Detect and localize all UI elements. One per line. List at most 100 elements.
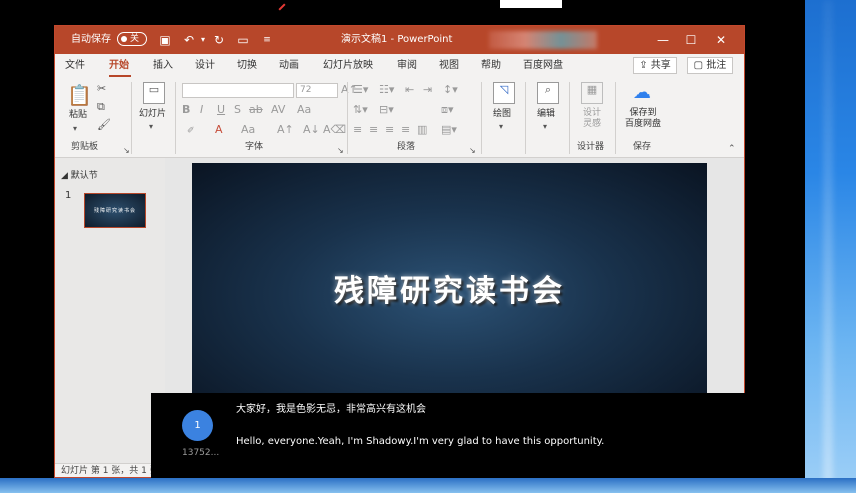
drawing-dropdown-icon[interactable]: ▾ [499,120,503,134]
font-name-box[interactable] [182,83,294,98]
tab-animations[interactable]: 动画 [279,59,299,73]
toggle-knob [121,36,127,42]
share-icon: ⇪ [639,60,648,71]
paste-dropdown-icon[interactable]: ▾ [73,122,77,136]
editing-dropdown-icon[interactable]: ▾ [543,120,547,134]
share-label: 共享 [650,60,671,71]
underline-button[interactable]: U [217,103,225,117]
decrease-indent-icon[interactable]: ⇤ [405,83,414,97]
editing-label[interactable]: 编辑 [537,108,555,120]
tab-design[interactable]: 设计 [195,59,215,73]
tab-baidu-netdisk[interactable]: 百度网盘 [523,59,563,73]
align-text-icon[interactable]: ⊟▾ [379,103,394,117]
slide-number: 1 [65,190,72,201]
slide-canvas[interactable]: 残障研究读书会 [192,163,707,403]
highlight-icon[interactable]: ✐ [187,124,195,138]
italic-button[interactable]: I [200,103,203,117]
align-center-icon[interactable]: ≡ [369,123,378,137]
save-group-label: 保存 [633,142,652,152]
restore-button[interactable]: ☐ [679,30,703,50]
strikethrough-button[interactable]: ab [249,103,263,117]
desktop-light-streak [823,0,833,493]
minimize-button[interactable]: — [651,30,675,50]
account-area-blurred[interactable] [489,31,597,49]
justify-icon[interactable]: ≡ [401,123,410,137]
slide-title[interactable]: 残障研究读书会 [192,266,707,310]
drawing-icon[interactable]: ◹ [493,82,515,104]
design-ideas-label[interactable]: 设计 灵感 [583,108,601,130]
font-size-box[interactable]: 72 [296,83,338,98]
aa-button[interactable]: Aa [241,123,255,137]
bullets-icon[interactable]: ☰▾ [353,83,368,97]
format-painter-icon[interactable]: 🖌 [97,118,111,132]
paragraph-launcher-icon[interactable]: ↘ [469,144,476,158]
group-divider [347,82,348,154]
caption-english: Hello, everyone.Yeah, I'm Shadowy.I'm ve… [236,436,605,447]
change-case-icon[interactable]: Aa [297,103,311,117]
align-left-icon[interactable]: ≡ [353,123,362,137]
speaker-id: 13752... [182,448,220,458]
font-launcher-icon[interactable]: ↘ [337,144,344,158]
font-color-button[interactable]: A [215,123,223,137]
group-divider [481,82,482,154]
tab-review[interactable]: 审阅 [397,59,417,73]
copy-icon[interactable]: ⧉ [97,100,105,114]
tab-insert[interactable]: 插入 [153,59,173,73]
tab-file[interactable]: 文件 [65,59,85,73]
columns-icon[interactable]: ▥ [417,123,427,137]
group-divider [175,82,176,154]
save-icon[interactable]: ▣ [157,32,173,48]
tab-home[interactable]: 开始 [109,59,129,73]
paste-icon[interactable]: 📋 [67,84,92,106]
decrease-font-button[interactable]: A↓ [303,123,320,137]
align-right-icon[interactable]: ≡ [385,123,394,137]
new-slide-icon[interactable]: ▭ [143,82,165,104]
increase-indent-icon[interactable]: ⇥ [423,83,432,97]
redo-icon[interactable]: ↻ [211,32,227,48]
char-spacing-icon[interactable]: AV [271,103,285,117]
collapse-ribbon-icon[interactable]: ⌃ [728,144,736,154]
line-spacing-icon[interactable]: ↕▾ [443,83,458,97]
tab-transitions[interactable]: 切换 [237,59,257,73]
background-app-icon [274,3,288,20]
section-label[interactable]: ◢ 默认节 [61,170,98,182]
close-button[interactable]: ✕ [709,30,733,50]
undo-dropdown-icon[interactable]: ▾ [195,32,211,48]
numbering-icon[interactable]: ☷▾ [379,83,394,97]
paste-label[interactable]: 粘贴 [69,109,87,121]
cut-icon[interactable]: ✂ [97,82,106,96]
save-baidu-label[interactable]: 保存到 百度网盘 [625,108,661,130]
smartart-icon[interactable]: ⧈▾ [441,103,454,117]
bold-button[interactable]: B [182,103,190,117]
tab-help[interactable]: 帮助 [481,59,501,73]
design-ideas-icon[interactable]: ▦ [581,82,603,104]
clipboard-launcher-icon[interactable]: ↘ [123,144,130,158]
start-from-beginning-icon[interactable]: ▭ [235,32,251,48]
distribute-icon[interactable]: ▤▾ [441,123,457,137]
slide-thumbnail[interactable]: 残障研究读书会 [84,193,146,228]
autosave-state: 关 [130,34,140,44]
live-caption-overlay: 1 13752... 大家好，我是色影无忌，非常高兴有这机会 Hello, ev… [151,393,805,478]
designer-group-label: 设计器 [577,142,605,152]
text-direction-icon[interactable]: ⇅▾ [353,103,368,117]
comments-button[interactable]: ▢ 批注 [687,57,733,74]
tab-view[interactable]: 视图 [439,59,459,73]
caption-chinese: 大家好，我是色影无忌，非常高兴有这机会 [236,404,426,415]
share-button[interactable]: ⇪ 共享 [633,57,677,74]
tab-slideshow[interactable]: 幻灯片放映 [323,59,373,73]
desktop-background [805,0,856,493]
ribbon-home: 📋 粘贴 ▾ ✂ ⧉ 🖌 剪贴板 ↘ ▭ 幻灯片 ▾ 72 A↑ B I U S… [55,78,744,158]
autosave-toggle[interactable]: 关 [117,32,147,46]
group-divider [131,82,132,154]
baidu-cloud-icon[interactable]: ☁ [633,82,651,104]
search-icon[interactable]: ⌕ [537,82,559,104]
clear-format-icon[interactable]: A⌫ [323,123,346,137]
background-window-edge [500,0,562,8]
new-slide-dropdown-icon[interactable]: ▾ [149,120,153,134]
increase-font-button[interactable]: A↑ [277,123,294,137]
shadow-s-button[interactable]: S [234,103,241,117]
drawing-label[interactable]: 绘图 [493,108,511,120]
new-slide-label[interactable]: 幻灯片 [139,108,166,120]
active-tab-indicator [109,75,131,77]
customize-qat-icon[interactable]: ≡ [259,32,275,48]
